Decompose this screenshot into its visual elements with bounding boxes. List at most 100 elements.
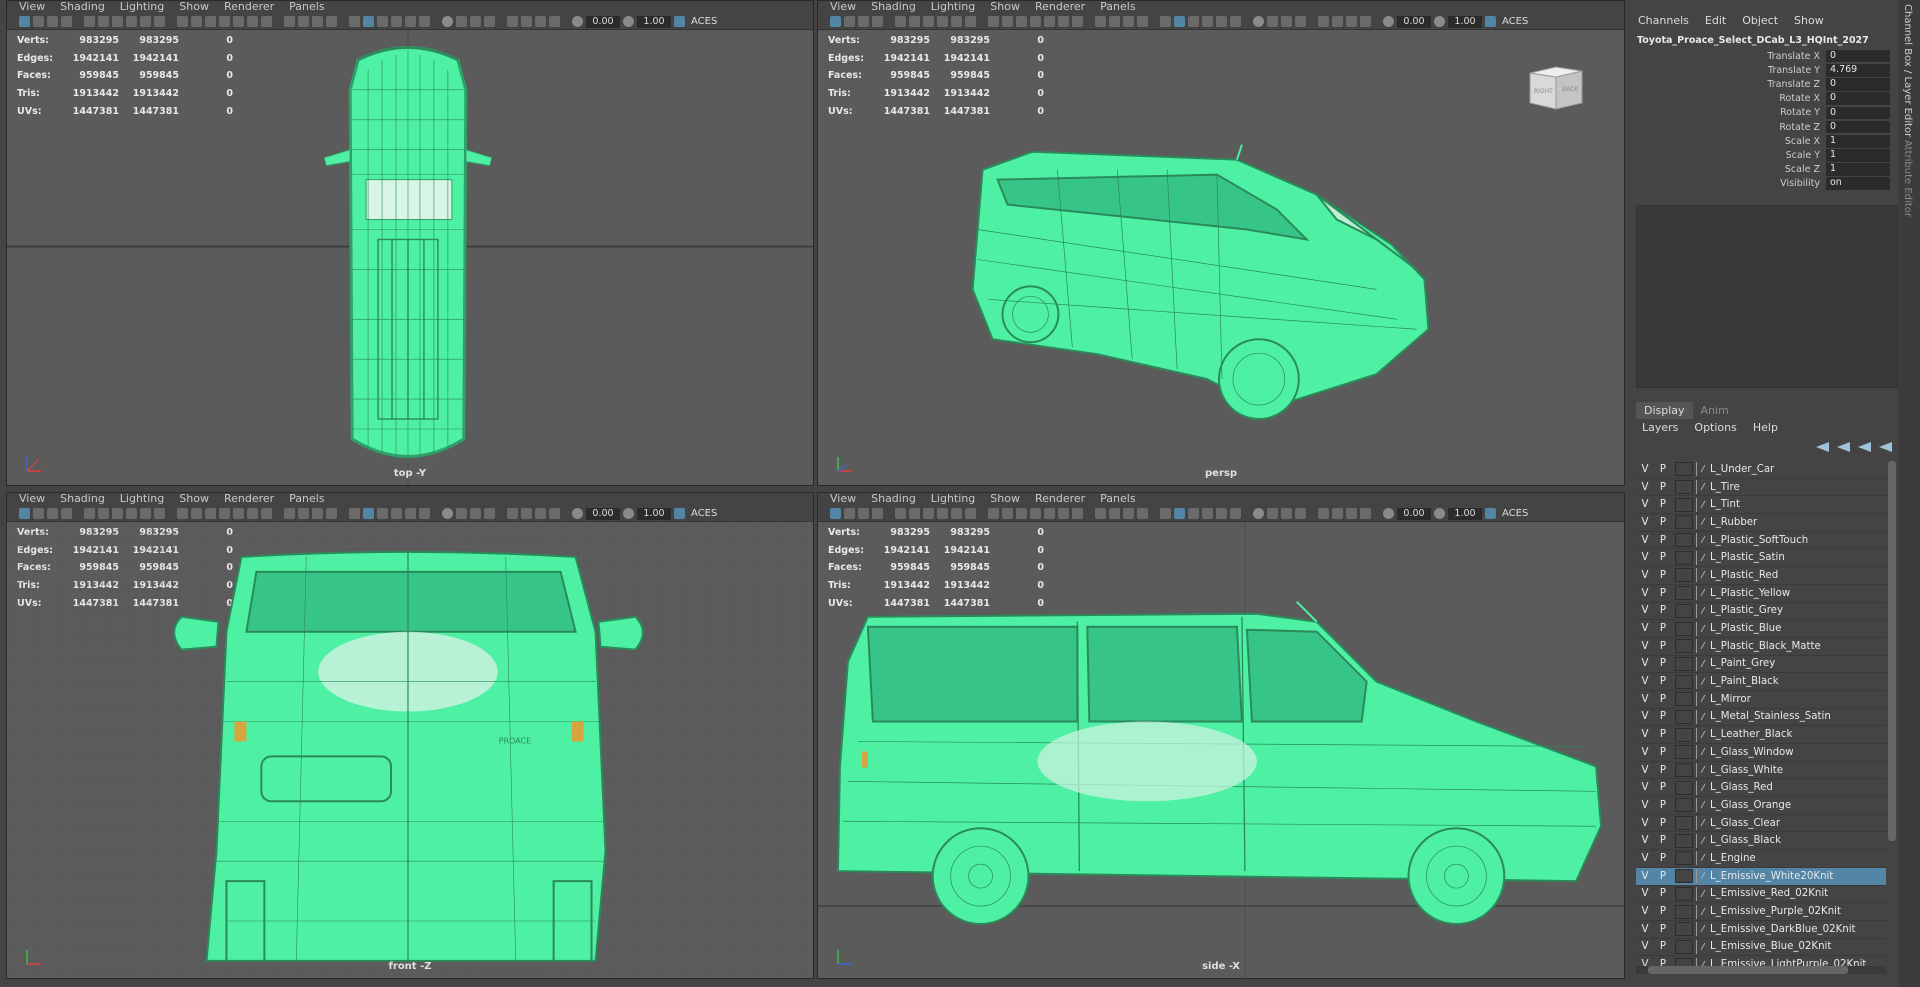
toolbar-button-icon[interactable]	[1002, 16, 1013, 27]
layer-playback-toggle[interactable]: P	[1654, 765, 1672, 776]
layer-color-swatch-icon[interactable]	[1696, 497, 1706, 512]
menu-shading[interactable]: Shading	[60, 1, 105, 14]
toolbar-button-icon[interactable]	[98, 16, 109, 27]
toolbar-button-icon[interactable]	[233, 16, 244, 27]
layer-name[interactable]: L_Paint_Grey	[1710, 658, 1775, 669]
toolbar-button-icon[interactable]	[140, 508, 151, 519]
toolbar-button-icon[interactable]	[442, 508, 453, 519]
channel-value-field[interactable]: 0	[1826, 92, 1890, 105]
layer-name[interactable]: L_Mirror	[1710, 694, 1751, 705]
layer-color-swatch-icon[interactable]	[1696, 533, 1706, 548]
layer-visibility-toggle[interactable]: V	[1636, 747, 1654, 758]
layer-name[interactable]: L_Tint	[1710, 499, 1740, 510]
layer-playback-toggle[interactable]: P	[1654, 835, 1672, 846]
layer-playback-toggle[interactable]: P	[1654, 782, 1672, 793]
layer-row[interactable]: V P L_Emissive_Purple_02Knit	[1636, 903, 1886, 921]
toolbar-button-icon[interactable]	[19, 16, 30, 27]
menu-channels[interactable]: Channels	[1638, 14, 1689, 27]
toolbar-button-icon[interactable]	[1281, 16, 1292, 27]
menu-view[interactable]: View	[19, 1, 45, 14]
color-space-label[interactable]: ACES	[688, 508, 720, 519]
layer-color-swatch-icon[interactable]	[1696, 745, 1706, 760]
toolbar-button-icon[interactable]	[98, 508, 109, 519]
tab-anim[interactable]: Anim	[1693, 402, 1737, 419]
layer-color-swatch-icon[interactable]	[1696, 922, 1706, 937]
layer-visibility-toggle[interactable]: V	[1636, 499, 1654, 510]
toolbar-button-icon[interactable]	[205, 16, 216, 27]
toolbar-button-icon[interactable]	[1230, 16, 1241, 27]
viewport-top[interactable]: View Shading Lighting Show Renderer Pane…	[6, 0, 814, 486]
toolbar-button-icon[interactable]	[1332, 16, 1343, 27]
toolbar-button-icon[interactable]	[1383, 16, 1394, 27]
layer-row[interactable]: V P L_Glass_White	[1636, 762, 1886, 780]
toolbar-button-icon[interactable]	[456, 508, 467, 519]
layer-playback-toggle[interactable]: P	[1654, 888, 1672, 899]
toolbar-button-icon[interactable]	[312, 508, 323, 519]
channel-value-field[interactable]: 0	[1826, 120, 1890, 134]
layer-row[interactable]: V P L_Plastic_Blue	[1636, 620, 1886, 638]
layer-color-swatch-icon[interactable]	[1696, 692, 1706, 707]
layer-playback-toggle[interactable]: P	[1654, 676, 1672, 687]
menu-lighting[interactable]: Lighting	[120, 1, 164, 14]
exposure-field[interactable]: 0.00	[1397, 507, 1431, 520]
channel-row[interactable]: Rotate X0	[1628, 92, 1900, 106]
toolbar-button-icon[interactable]	[895, 16, 906, 27]
layer-color-swatch-icon[interactable]	[1696, 798, 1706, 813]
toolbar-button-icon[interactable]	[470, 16, 481, 27]
channel-row[interactable]: Visibility on	[1628, 177, 1900, 191]
toolbar-button-icon[interactable]	[1095, 16, 1106, 27]
toolbar-button-icon[interactable]	[233, 508, 244, 519]
scene-top-view[interactable]	[7, 30, 813, 486]
create-layer-from-selected-icon[interactable]	[1879, 442, 1892, 452]
layer-display-type-box[interactable]	[1675, 515, 1693, 530]
layer-color-swatch-icon[interactable]	[1696, 709, 1706, 724]
layer-visibility-toggle[interactable]: V	[1636, 517, 1654, 528]
toolbar-button-icon[interactable]	[895, 508, 906, 519]
layer-playback-toggle[interactable]: P	[1654, 482, 1672, 493]
menu-lighting[interactable]: Lighting	[120, 493, 164, 506]
layer-color-swatch-icon[interactable]	[1696, 656, 1706, 671]
layer-row[interactable]: V P L_Plastic_Black_Matte	[1636, 638, 1886, 656]
layer-playback-toggle[interactable]: P	[1654, 552, 1672, 563]
layer-visibility-toggle[interactable]: V	[1636, 711, 1654, 722]
toolbar-button-icon[interactable]	[1030, 508, 1041, 519]
layer-row[interactable]: V P L_Glass_Orange	[1636, 797, 1886, 815]
layer-visibility-toggle[interactable]: V	[1636, 623, 1654, 634]
scene-side-view[interactable]	[818, 522, 1624, 979]
layer-visibility-toggle[interactable]: V	[1636, 941, 1654, 952]
toolbar-button-icon[interactable]	[951, 508, 962, 519]
channel-value-field[interactable]: 1	[1826, 149, 1890, 162]
layer-color-swatch-icon[interactable]	[1696, 462, 1706, 477]
color-management-icon[interactable]	[1485, 16, 1496, 27]
layer-playback-toggle[interactable]: P	[1654, 906, 1672, 917]
toolbar-button-icon[interactable]	[484, 16, 495, 27]
move-layer-down-icon[interactable]	[1837, 442, 1850, 452]
layer-color-swatch-icon[interactable]	[1696, 603, 1706, 618]
layer-row[interactable]: V P L_Glass_Window	[1636, 744, 1886, 762]
layer-playback-toggle[interactable]: P	[1654, 729, 1672, 740]
layer-playback-toggle[interactable]: P	[1654, 641, 1672, 652]
layer-display-type-box[interactable]	[1675, 833, 1693, 848]
color-management-icon[interactable]	[1485, 508, 1496, 519]
tab-display[interactable]: Display	[1636, 402, 1693, 419]
layer-color-swatch-icon[interactable]	[1696, 886, 1706, 901]
toolbar-button-icon[interactable]	[191, 508, 202, 519]
layer-playback-toggle[interactable]: P	[1654, 800, 1672, 811]
toolbar-button-icon[interactable]	[312, 16, 323, 27]
scene-persp-view[interactable]	[818, 30, 1624, 486]
channel-value-field[interactable]: 0	[1826, 49, 1890, 63]
layer-visibility-toggle[interactable]: V	[1636, 888, 1654, 899]
toolbar-button-icon[interactable]	[872, 508, 883, 519]
layer-name[interactable]: L_Plastic_Satin	[1710, 552, 1785, 563]
layer-display-type-box[interactable]	[1675, 550, 1693, 565]
toolbar-button-icon[interactable]	[33, 508, 44, 519]
layer-playback-toggle[interactable]: P	[1654, 535, 1672, 546]
layer-name[interactable]: L_Metal_Stainless_Satin	[1710, 711, 1831, 722]
layer-color-swatch-icon[interactable]	[1696, 674, 1706, 689]
toolbar-button-icon[interactable]	[1044, 508, 1055, 519]
channel-name[interactable]: Translate Z	[1628, 79, 1826, 90]
layer-display-type-box[interactable]	[1675, 727, 1693, 742]
layer-display-type-box[interactable]	[1675, 816, 1693, 831]
layer-name[interactable]: L_Paint_Black	[1710, 676, 1779, 687]
channel-value-field[interactable]: 1	[1826, 134, 1890, 148]
